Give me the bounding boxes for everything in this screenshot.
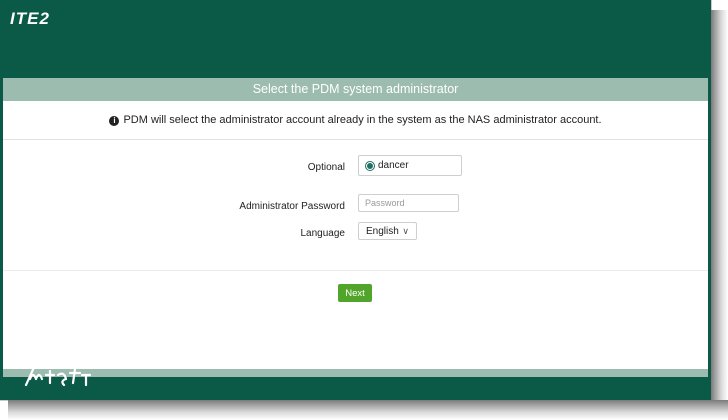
info-message: i PDM will select the administrator accou… (3, 101, 708, 140)
language-value: English (366, 226, 399, 237)
language-label: Language (300, 228, 346, 239)
footer-bar (3, 377, 708, 400)
password-label: Administrator Password (239, 201, 345, 212)
brand-logo: ITE2 (10, 9, 50, 28)
app-window: ITE2 Select the PDM system administrator… (0, 0, 712, 401)
chevron-down-icon: ∨ (402, 226, 409, 236)
footer-band (3, 369, 708, 377)
radio-selected[interactable] (365, 161, 375, 171)
password-input[interactable] (358, 194, 459, 212)
info-text: PDM will select the administrator accoun… (123, 114, 602, 126)
admin-account-name: dancer (378, 160, 409, 171)
next-button[interactable]: Next (338, 284, 372, 302)
form-divider (3, 270, 708, 271)
info-circle-icon: i (109, 116, 120, 126)
admin-account-option[interactable]: dancer (358, 155, 462, 176)
setup-card: Select the PDM system administrator i PDM… (3, 78, 708, 378)
optional-label: Optional (307, 162, 345, 173)
card-title: Select the PDM system administrator (3, 78, 708, 101)
watermark-signature (8, 329, 92, 387)
frame-shadow-right (711, 10, 728, 412)
language-select[interactable]: English ∨ (358, 222, 417, 240)
frame-shadow-bottom (8, 400, 728, 420)
